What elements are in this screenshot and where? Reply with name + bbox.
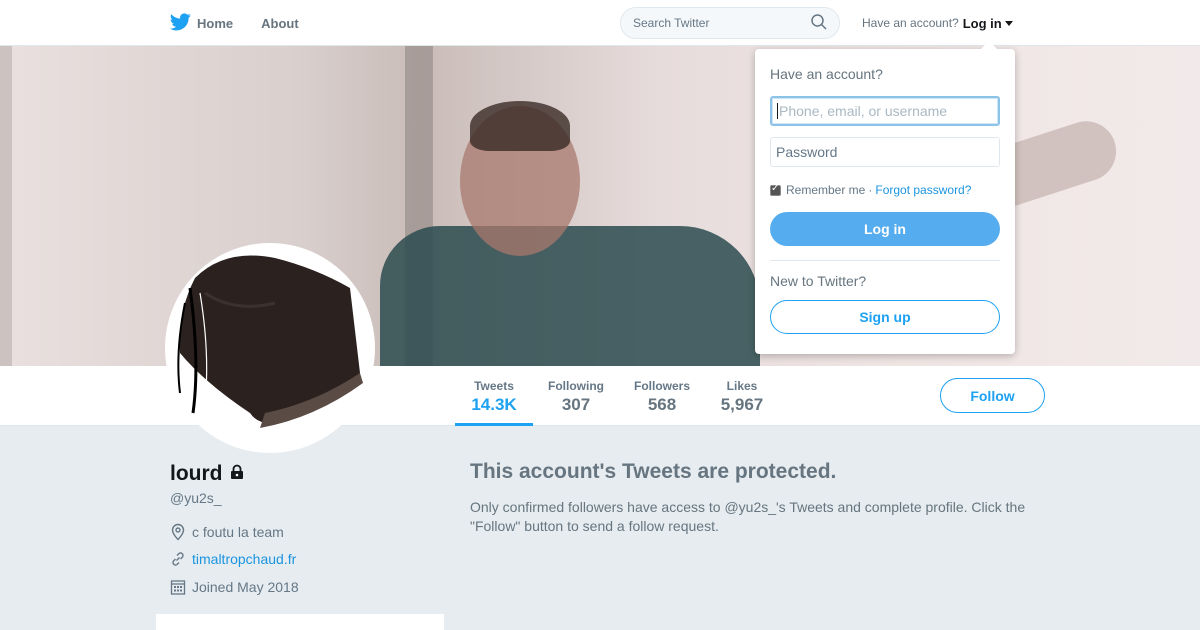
stat-tweets[interactable]: Tweets 14.3K <box>455 366 533 426</box>
sidebar-card <box>156 614 444 630</box>
nav-right: Have an account? Log in <box>862 0 1013 46</box>
header-image-detail <box>470 101 570 151</box>
profile-name-text: lourd <box>170 462 223 485</box>
home-link[interactable]: Home <box>169 12 234 34</box>
stat-label: Following <box>548 379 604 393</box>
stat-likes[interactable]: Likes 5,967 <box>712 366 772 426</box>
stat-label: Likes <box>726 379 758 393</box>
have-account-text: Have an account? <box>862 16 959 30</box>
stat-value: 14.3K <box>471 395 517 414</box>
search-icon[interactable] <box>811 13 827 33</box>
header-image-detail <box>380 226 760 366</box>
profile-location: c foutu la team <box>170 523 284 541</box>
header-image-detail <box>0 46 12 366</box>
about-link[interactable]: About <box>261 16 299 31</box>
nav-left: Home About <box>169 0 327 46</box>
protected-text: Only confirmed followers have access to … <box>470 499 1026 534</box>
lock-icon <box>229 462 245 486</box>
home-label: Home <box>197 15 234 31</box>
stat-value: 5,967 <box>720 395 764 414</box>
username-field[interactable]: Phone, email, or username <box>770 96 1000 126</box>
remember-me-row: Remember me · Forgot password? <box>770 183 971 197</box>
profile-handle[interactable]: @yu2s_ <box>170 490 222 506</box>
stat-followers[interactable]: Followers 568 <box>626 366 698 426</box>
password-field[interactable]: Password <box>770 137 1000 167</box>
website-link[interactable]: timaltropchaud.fr <box>192 551 296 567</box>
dropdown-title: Have an account? <box>770 66 883 82</box>
location-icon <box>171 523 185 541</box>
remember-me-checkbox[interactable] <box>770 183 781 196</box>
stat-label: Followers <box>633 379 690 393</box>
text-cursor <box>777 103 778 119</box>
stat-value: 568 <box>647 395 677 414</box>
profile-website: timaltropchaud.fr <box>170 551 296 567</box>
new-to-twitter-text: New to Twitter? <box>770 273 867 289</box>
signup-button[interactable]: Sign up <box>770 300 1000 334</box>
username-placeholder: Phone, email, or username <box>779 103 948 119</box>
stat-label: Tweets <box>474 379 514 393</box>
calendar-icon <box>170 580 186 595</box>
search-input[interactable]: Search Twitter <box>620 7 840 39</box>
stat-following[interactable]: Following 307 <box>540 366 612 426</box>
location-text: c foutu la team <box>192 524 284 540</box>
separator-dot: · <box>868 183 873 197</box>
profile-joined: Joined May 2018 <box>170 579 299 595</box>
divider <box>770 260 1000 261</box>
stat-value: 307 <box>561 395 591 414</box>
link-icon <box>172 552 184 566</box>
joined-text: Joined May 2018 <box>192 579 299 595</box>
remember-me-label: Remember me <box>786 183 866 197</box>
avatar-image <box>177 255 363 428</box>
top-navigation: Home About Search Twitter Have an accoun… <box>0 0 1200 46</box>
login-dropdown-toggle[interactable]: Log in <box>963 16 1013 31</box>
login-button[interactable]: Log in <box>770 212 1000 246</box>
profile-name: lourd <box>170 462 245 486</box>
caret-down-icon <box>1004 20 1013 26</box>
follow-button[interactable]: Follow <box>940 378 1045 413</box>
login-dropdown: Have an account? Phone, email, or userna… <box>755 41 1015 354</box>
login-toggle-label: Log in <box>962 15 1002 31</box>
password-placeholder: Password <box>776 144 838 160</box>
protected-title: This account's Tweets are protected. <box>470 460 837 483</box>
forgot-password-link[interactable]: Forgot password? <box>875 183 971 197</box>
avatar[interactable] <box>165 243 375 453</box>
twitter-bird-icon <box>169 12 191 34</box>
search-placeholder: Search Twitter <box>633 16 710 30</box>
